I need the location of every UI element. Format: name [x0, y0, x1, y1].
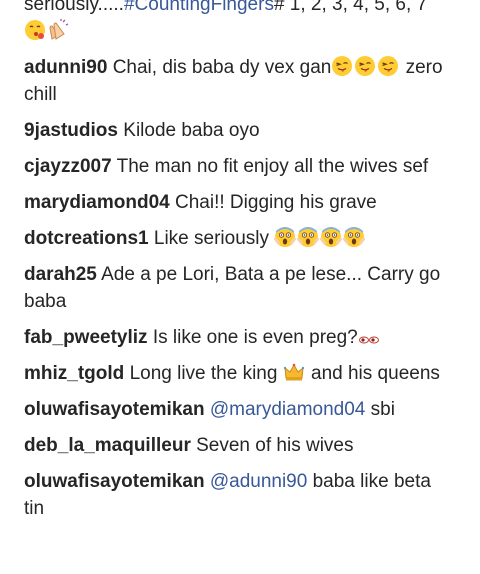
comment-text: and his queens: [305, 363, 440, 384]
comment-item: seriously.....#CountingFingers# 1, 2, 3,…: [0, 0, 480, 45]
comment-item: marydiamond04 Chai!! Digging his grave: [0, 189, 480, 216]
comment-item: darah25 Ade a pe Lori, Bata a pe lese...…: [0, 261, 480, 315]
comment-text: Seven of his wives: [196, 435, 354, 456]
comment-username[interactable]: adunni90: [24, 57, 107, 78]
comment-text: Kilode baba oyo: [123, 120, 260, 141]
comment-text: Like seriously: [153, 228, 275, 249]
comment-username[interactable]: mhiz_tgold: [24, 363, 124, 384]
comment-username[interactable]: darah25: [24, 264, 97, 285]
screaming-face-icon: [297, 226, 320, 248]
comment-text: # 1, 2, 3, 4, 5, 6, 7: [273, 0, 428, 15]
comment-username[interactable]: oluwafisayotemikan: [24, 399, 205, 420]
comment-text: Is like one is even preg?: [152, 327, 358, 348]
eyes-icon: [358, 333, 380, 347]
comment-item: mhiz_tgold Long live the king and his qu…: [0, 360, 480, 387]
comment-username[interactable]: marydiamond04: [24, 192, 170, 213]
comment-text: Chai, dis baba dy vex gan: [112, 57, 332, 78]
clapping-hands-icon: [47, 19, 69, 41]
comment-text: The man no fit enjoy all the wives sef: [116, 156, 429, 177]
comment-username[interactable]: dotcreations1: [24, 228, 149, 249]
comment-item: oluwafisayotemikan @adunni90 baba like b…: [0, 468, 480, 522]
comment-text: seriously.....: [24, 0, 124, 15]
tongue-wink-face-icon: [377, 55, 399, 77]
comment-text: sbi: [365, 399, 395, 420]
comment-list: seriously.....#CountingFingers# 1, 2, 3,…: [0, 0, 480, 531]
screaming-face-icon: [320, 226, 343, 248]
comment-item: oluwafisayotemikan @marydiamond04 sbi: [0, 396, 480, 423]
comment-text: Long live the king: [129, 363, 283, 384]
comment-item: deb_la_maquilleur Seven of his wives: [0, 432, 480, 459]
comment-item: cjayzz007 The man no fit enjoy all the w…: [0, 153, 480, 180]
hashtag-link[interactable]: #CountingFingers: [124, 0, 274, 15]
screaming-face-icon: [274, 226, 297, 248]
tongue-wink-face-icon: [354, 55, 376, 77]
comment-item: fab_pweetyliz Is like one is even preg?: [0, 324, 480, 351]
comment-text: Chai!! Digging his grave: [175, 192, 377, 213]
comment-item: adunni90 Chai, dis baba dy vex gan zero …: [0, 54, 480, 108]
comment-username[interactable]: 9jastudios: [24, 120, 118, 141]
comment-username[interactable]: cjayzz007: [24, 156, 112, 177]
crown-icon: [283, 361, 305, 383]
tongue-wink-face-icon: [331, 55, 353, 77]
comment-item: dotcreations1 Like seriously: [0, 225, 480, 252]
mention-link[interactable]: @adunni90: [210, 471, 307, 492]
comment-username[interactable]: fab_pweetyliz: [24, 327, 148, 348]
mention-link[interactable]: @marydiamond04: [210, 399, 366, 420]
kissing-face-icon: [24, 19, 46, 41]
comment-item: 9jastudios Kilode baba oyo: [0, 117, 480, 144]
comment-username[interactable]: deb_la_maquilleur: [24, 435, 191, 456]
screaming-face-icon: [343, 226, 366, 248]
comment-username[interactable]: oluwafisayotemikan: [24, 471, 205, 492]
